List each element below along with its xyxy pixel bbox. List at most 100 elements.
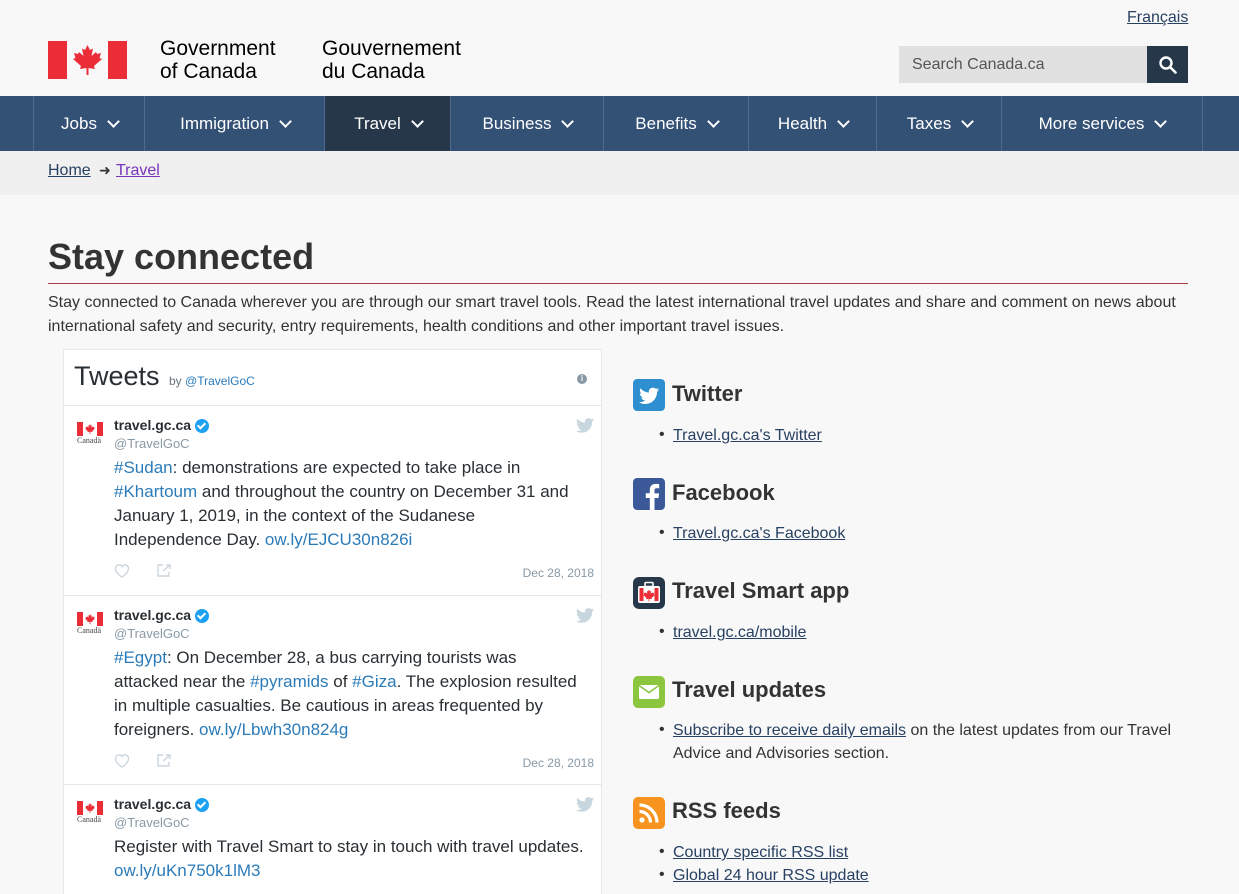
twitter-bird-icon[interactable] xyxy=(576,418,594,433)
menu-item-taxes[interactable]: Taxes xyxy=(876,96,1002,151)
government-signature-en: Government of Canada xyxy=(160,37,276,83)
twitter-bird-icon[interactable] xyxy=(576,608,594,623)
facebook-link[interactable]: Travel.gc.ca's Facebook xyxy=(673,525,845,543)
bullet: • xyxy=(659,623,665,640)
twitter-heading: Twitter xyxy=(672,381,743,406)
chevron-down-icon xyxy=(837,115,850,128)
breadcrumb-travel-link[interactable]: Travel xyxy=(116,162,160,180)
travel-smart-heading: Travel Smart app xyxy=(672,578,850,603)
tweet[interactable]: Canadä travel.gc.ca @TravelGoC #Sudan: demo… xyxy=(64,405,601,596)
tweet-author-name[interactable]: travel.gc.ca xyxy=(114,796,191,812)
rss-country-link[interactable]: Country specific RSS list xyxy=(673,844,848,862)
tweet-text: #Egypt: On December 28, a bus carrying t… xyxy=(114,646,584,742)
tweet-link[interactable]: #Khartoum xyxy=(114,482,197,501)
chevron-down-icon xyxy=(410,115,424,128)
arrow-right-icon: ➜ xyxy=(99,162,111,178)
tweet-date[interactable]: Dec 28, 2018 xyxy=(523,566,594,580)
tweet-link[interactable]: ow.ly/uKn750k1lM3 xyxy=(114,861,260,880)
tweet-author-handle[interactable]: @TravelGoC xyxy=(114,626,190,641)
menu-item-label: Travel xyxy=(354,113,401,133)
chevron-down-icon xyxy=(279,115,292,128)
twitter-bird-icon[interactable] xyxy=(576,797,594,812)
tweet-link[interactable]: ow.ly/Lbwh30n824g xyxy=(199,720,348,739)
travel-smart-icon xyxy=(633,577,665,609)
tweet[interactable]: Canadä travel.gc.ca @TravelGoC #Egypt: On D… xyxy=(64,595,601,785)
facebook-heading: Facebook xyxy=(672,480,775,505)
tweet-link[interactable]: ow.ly/EJCU30n826i xyxy=(265,530,412,549)
bullet: • xyxy=(659,721,665,738)
menu-item-label: Taxes xyxy=(906,113,952,133)
tweet-text: #Sudan: demonstrations are expected to t… xyxy=(114,456,584,552)
canada-flag-avatar[interactable] xyxy=(77,612,103,626)
government-signature-fr: Gouvernement du Canada xyxy=(322,37,461,83)
share-icon[interactable] xyxy=(156,563,172,578)
menu-item-health[interactable]: Health xyxy=(748,96,877,151)
canada-flag-logo xyxy=(48,41,127,79)
widget-byline: by @TravelGoC xyxy=(169,374,255,388)
verified-badge-icon xyxy=(195,798,209,812)
tweet-date[interactable]: Dec 28, 2018 xyxy=(523,756,594,770)
tweet-text: Register with Travel Smart to stay in to… xyxy=(114,835,584,883)
rss-heading: RSS feeds xyxy=(672,798,781,823)
canada-flag-avatar[interactable] xyxy=(77,801,103,815)
subscribe-link[interactable]: Subscribe to receive daily emails xyxy=(673,722,906,739)
menu-item-business[interactable]: Business xyxy=(450,96,604,151)
menu-item-label: More services xyxy=(1038,113,1145,133)
share-icon[interactable] xyxy=(156,753,172,768)
like-heart-icon[interactable] xyxy=(114,753,130,768)
signature-line: of Canada xyxy=(160,60,257,83)
tweet-text-segment: Register with Travel Smart to stay in to… xyxy=(114,837,584,856)
widget-account-link[interactable]: @TravelGoC xyxy=(185,374,255,388)
bullet: • xyxy=(659,524,665,541)
menu-item-travel[interactable]: Travel xyxy=(324,96,451,151)
tweet-link[interactable]: #pyramids xyxy=(250,672,328,691)
main-menu: Jobs Immigration Travel Business Benefit… xyxy=(0,96,1239,151)
chevron-down-icon xyxy=(561,115,575,128)
menu-item-label: Immigration xyxy=(180,113,269,133)
search-button[interactable] xyxy=(1147,46,1188,83)
tweet-author-name[interactable]: travel.gc.ca xyxy=(114,607,191,623)
tweet-link[interactable]: #Sudan xyxy=(114,458,173,477)
tweet-text-segment: of xyxy=(328,672,353,691)
travel-updates-heading: Travel updates xyxy=(672,677,827,702)
facebook-icon xyxy=(633,478,665,510)
menu-item-benefits[interactable]: Benefits xyxy=(603,96,749,151)
rss-icon xyxy=(633,797,665,829)
verified-badge-icon xyxy=(195,419,209,433)
like-heart-icon[interactable] xyxy=(114,563,130,578)
signature-line: Gouvernement xyxy=(322,37,461,60)
tweet-author-name[interactable]: travel.gc.ca xyxy=(114,417,191,433)
menu-item-jobs[interactable]: Jobs xyxy=(33,96,145,151)
chevron-down-icon xyxy=(107,115,120,128)
chevron-down-icon xyxy=(706,115,720,128)
search-input[interactable] xyxy=(899,46,1147,83)
menu-item-more-services[interactable]: More services xyxy=(1001,96,1203,151)
menu-item-label: Benefits xyxy=(635,113,697,133)
twitter-link[interactable]: Travel.gc.ca's Twitter xyxy=(673,427,822,445)
breadcrumb xyxy=(0,151,1239,195)
canada-wordmark: Canadä xyxy=(77,626,101,635)
menu-item-immigration[interactable]: Immigration xyxy=(144,96,325,151)
tweet[interactable]: Canadä travel.gc.ca @TravelGoC Register wit… xyxy=(64,784,601,894)
tweet-author-handle[interactable]: @TravelGoC xyxy=(114,436,190,451)
tweet-author-handle[interactable]: @TravelGoC xyxy=(114,815,190,830)
tweet-link[interactable]: #Egypt xyxy=(114,648,167,667)
canada-flag-avatar[interactable] xyxy=(77,422,103,436)
menu-item-label: Health xyxy=(777,113,828,133)
twitter-timeline-widget[interactable]: Tweets by @TravelGoC i Canadä travel.gc.c… xyxy=(63,349,602,894)
travel-smart-link[interactable]: travel.gc.ca/mobile xyxy=(673,624,806,642)
tweet-link[interactable]: #Giza xyxy=(352,672,396,691)
title-underline xyxy=(48,283,1188,284)
intro-paragraph: Stay connected to Canada wherever you ar… xyxy=(48,294,1176,335)
canada-wordmark: Canadä xyxy=(77,815,101,824)
widget-by-text: by xyxy=(169,374,182,388)
search-icon xyxy=(1158,55,1177,74)
info-icon[interactable]: i xyxy=(577,374,587,384)
menu-item-label: Jobs xyxy=(61,113,97,133)
email-icon xyxy=(633,676,665,708)
language-toggle-link[interactable]: Français xyxy=(1127,9,1188,27)
breadcrumb-home-link[interactable]: Home xyxy=(48,162,91,180)
verified-badge-icon xyxy=(195,609,209,623)
rss-global-link[interactable]: Global 24 hour RSS update xyxy=(673,867,869,885)
page-title: Stay connected xyxy=(48,236,315,277)
